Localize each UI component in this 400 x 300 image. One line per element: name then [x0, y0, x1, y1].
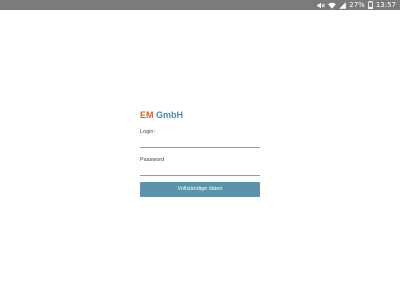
password-input[interactable] — [140, 164, 260, 176]
battery-icon — [367, 0, 373, 10]
login-label: Login: — [140, 129, 155, 135]
brand-title: EM GmbH — [140, 110, 260, 121]
status-bar: 27% 13:57 — [0, 0, 400, 10]
wifi-icon — [328, 0, 337, 10]
signal-icon — [339, 0, 347, 10]
login-form: EM GmbH Login: Password Vollständige dat… — [140, 110, 260, 197]
login-input[interactable] — [140, 136, 260, 148]
clock: 13:57 — [375, 1, 396, 9]
password-label: Password — [140, 157, 165, 163]
submit-button[interactable]: Vollständige daten — [140, 182, 260, 197]
brand-title-part2: GmbH — [156, 110, 184, 120]
battery-percent: 27% — [349, 1, 365, 9]
mute-icon — [317, 0, 326, 10]
status-bar-indicators: 27% 13:57 — [317, 0, 396, 10]
brand-title-part1: EM — [140, 110, 154, 120]
